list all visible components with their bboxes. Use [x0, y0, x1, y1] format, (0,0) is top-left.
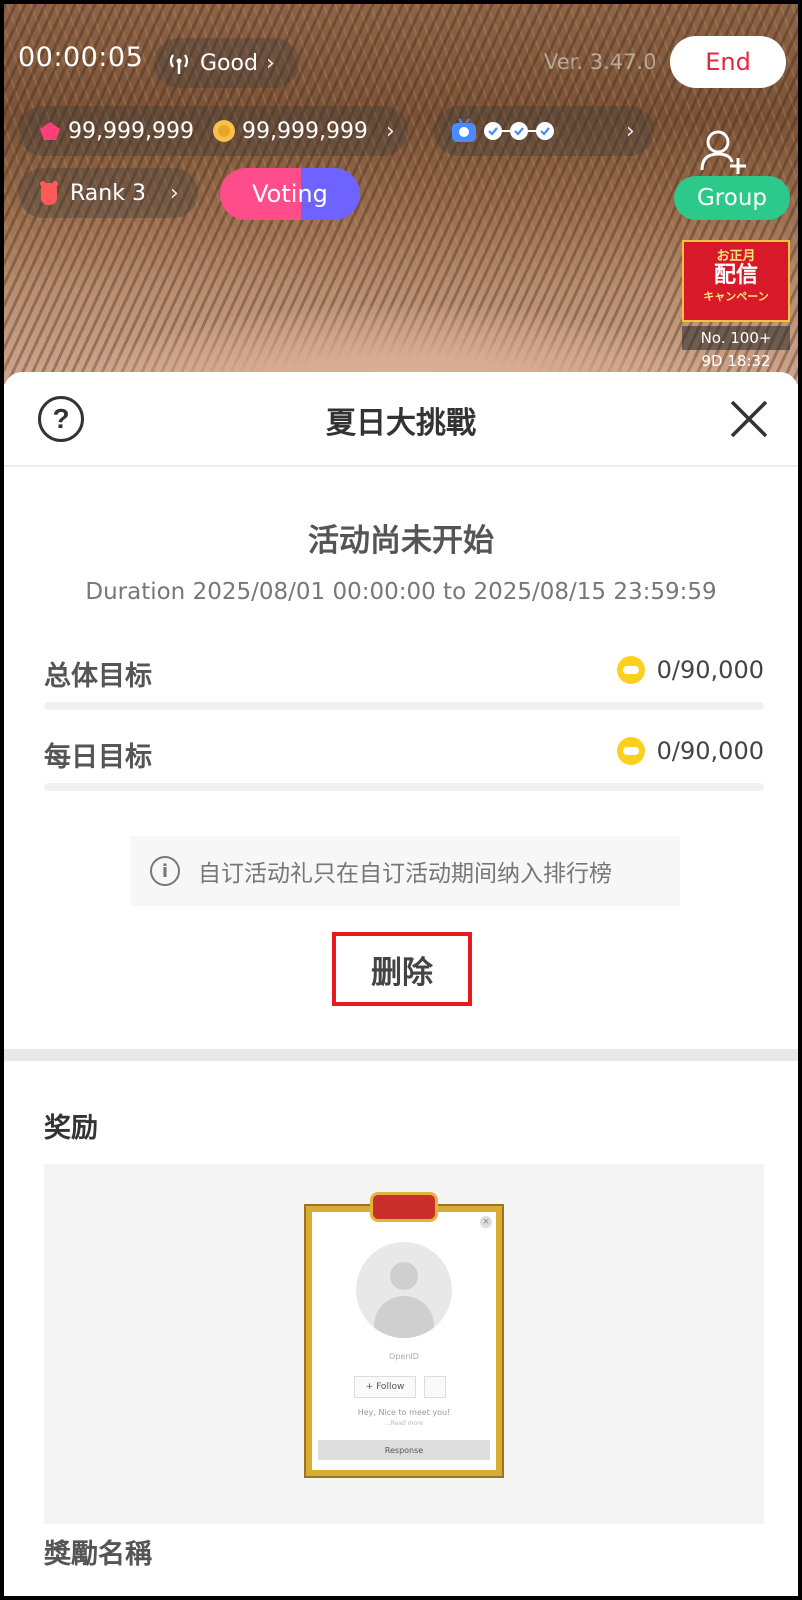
voting-button[interactable]: Voting	[220, 168, 360, 220]
stream-timer: 00:00:05	[18, 42, 144, 73]
fan-badges-button[interactable]: ›	[434, 106, 654, 156]
crown-crest-icon	[370, 1192, 438, 1222]
chevron-right-icon: ›	[265, 50, 275, 76]
goal-progress-bar	[44, 702, 764, 710]
goal-progress-text: 0/90,000	[656, 737, 764, 765]
daily-goal: 每日目标 0/90,000	[44, 723, 764, 803]
coin-icon	[616, 656, 645, 684]
diamond-count: 99,999,999	[68, 118, 194, 144]
campaign-line-2: 配信	[713, 263, 758, 288]
avatar	[356, 1242, 452, 1338]
chevron-right-icon: ›	[626, 118, 635, 144]
earnings-stats-button[interactable]: 99,999,999 99,999,999 ›	[18, 106, 408, 156]
group-button[interactable]: Group	[674, 176, 790, 220]
goal-label: 每日目标	[44, 742, 152, 773]
info-icon: i	[150, 856, 180, 886]
goal-progress-bar	[44, 783, 764, 791]
check-steps-icon	[484, 122, 554, 140]
message-icon	[424, 1376, 446, 1398]
ranking-notice: i 自订活动礼只在自订活动期间纳入排行榜	[130, 836, 680, 906]
campaign-banner[interactable]: お正月 配信 キャンペーン	[682, 240, 790, 322]
event-status: 活动尚未开始	[308, 523, 494, 559]
event-duration: Duration 2025/08/01 00:00:00 to 2025/08/…	[85, 579, 717, 605]
preview-greeting: Hey, Nice to meet you!	[357, 1408, 451, 1417]
tv-badge-icon	[452, 118, 476, 142]
preview-response-button: Response	[318, 1440, 490, 1460]
rank-button[interactable]: Rank 3 ›	[18, 168, 198, 218]
profile-frame-reward: × OpenID + Follow Hey, Nice to meet you!…	[304, 1192, 504, 1478]
end-stream-button[interactable]: End	[670, 36, 786, 88]
notice-text: 自订活动礼只在自订活动期间纳入排行榜	[198, 861, 612, 887]
app-screen: 00:00:05 Good › Ver. 3.47.0 End 99,999,9…	[0, 0, 802, 1600]
coin-icon	[616, 737, 645, 765]
sheet-title: 夏日大挑戰	[326, 406, 476, 441]
chevron-right-icon: ›	[169, 180, 179, 206]
section-divider	[4, 1049, 798, 1061]
header-divider	[4, 465, 798, 467]
coin-icon	[212, 120, 235, 142]
signal-icon	[169, 54, 189, 74]
close-icon[interactable]	[724, 394, 774, 444]
preview-follow-button: + Follow	[354, 1376, 416, 1398]
overall-goal: 总体目标 0/90,000	[44, 642, 764, 722]
campaign-line-3: キャンペーン	[703, 290, 769, 303]
close-icon: ×	[480, 1216, 492, 1228]
reward-name-heading: 獎勵名稱	[44, 1539, 152, 1570]
reward-heading: 奖励	[44, 1113, 98, 1144]
campaign-rank: No. 100+	[682, 326, 790, 350]
add-user-icon[interactable]	[694, 122, 754, 182]
reward-preview-box: × OpenID + Follow Hey, Nice to meet you!…	[44, 1164, 764, 1524]
goal-label: 总体目标	[44, 661, 152, 692]
goal-value: 0/90,000	[616, 656, 764, 684]
app-version: Ver. 3.47.0	[544, 50, 657, 74]
goal-value: 0/90,000	[616, 737, 764, 765]
bear-icon	[40, 181, 58, 205]
signal-label: Good	[200, 50, 258, 76]
coin-count: 99,999,999	[241, 118, 368, 144]
goal-progress-text: 0/90,000	[656, 656, 764, 684]
event-challenge-sheet: ? 夏日大挑戰 活动尚未开始 Duration 2025/08/01 00:00…	[4, 372, 798, 1596]
live-video-background: 00:00:05 Good › Ver. 3.47.0 End 99,999,9…	[4, 4, 798, 384]
campaign-line-1: お正月	[716, 249, 756, 264]
delete-button[interactable]: 删除	[332, 932, 472, 1006]
campaign-countdown: 9D 18:32	[701, 352, 771, 370]
diamond-icon	[40, 122, 60, 140]
preview-name: OpenID	[389, 1352, 419, 1361]
preview-read-more: ...Read more	[384, 1420, 424, 1427]
rank-label: Rank 3	[70, 180, 146, 206]
chevron-right-icon: ›	[385, 118, 395, 144]
signal-quality-button[interactable]: Good ›	[154, 38, 299, 88]
